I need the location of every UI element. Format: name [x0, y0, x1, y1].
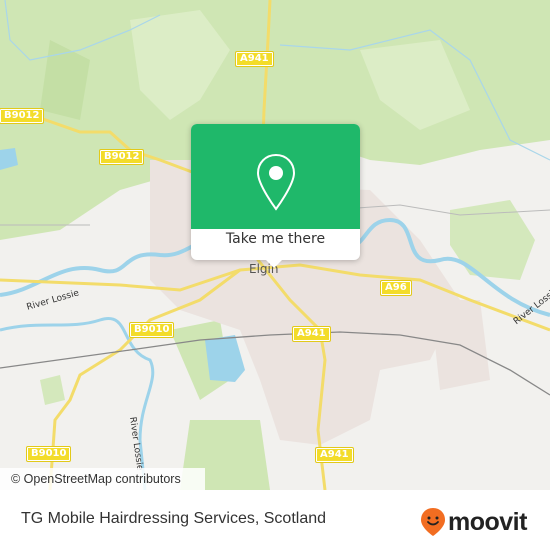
road-label: B9010: [25, 446, 72, 462]
popup-pointer: [264, 258, 284, 268]
moovit-smile-pin-icon: [421, 508, 445, 536]
road-label: B9012: [0, 108, 45, 124]
take-me-there-button[interactable]: Take me there: [191, 231, 360, 247]
moovit-logo[interactable]: moovit: [420, 507, 527, 537]
place-title: TG Mobile Hairdressing Services, Scotlan…: [21, 510, 327, 527]
road-label: A941: [292, 326, 331, 342]
road-label: B9010: [128, 322, 175, 338]
map[interactable]: A941 B9012 B9012 A96 B9010 A941 B9010 A9…: [0, 0, 550, 490]
moovit-wordmark: moovit: [448, 507, 527, 536]
popup-header[interactable]: [191, 124, 360, 229]
road-label: A941: [235, 51, 274, 67]
lake: [205, 335, 245, 382]
map-attribution[interactable]: © OpenStreetMap contributors: [0, 468, 205, 490]
destination-popup[interactable]: Take me there: [191, 124, 360, 268]
location-pin-icon: [256, 153, 296, 211]
river-lossie: [0, 316, 155, 490]
road-label: B9012: [98, 149, 145, 165]
forest-area: [40, 375, 65, 405]
road-label: A941: [315, 447, 354, 463]
road-label: A96: [380, 280, 412, 296]
